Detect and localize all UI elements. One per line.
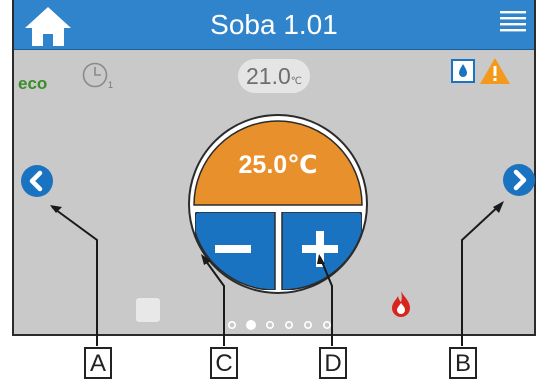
room-temperature-value: 21.0: [246, 63, 291, 89]
increase-temperature-button[interactable]: [280, 212, 362, 290]
page-dot[interactable]: [304, 320, 313, 330]
callout-label-c: C: [210, 347, 238, 379]
decrease-temperature-button[interactable]: [195, 212, 277, 290]
flame-icon: [392, 291, 410, 317]
callout-label-b: B: [449, 347, 477, 379]
room-temperature-unit: ℃: [290, 76, 302, 87]
setpoint-temperature: 25.0℃: [238, 151, 318, 179]
page-title: Soba 1.01: [210, 9, 338, 40]
page-dot[interactable]: [245, 320, 256, 330]
status-indicator-square: [136, 298, 160, 322]
eco-mode-indicator: eco: [18, 74, 48, 93]
callout-label-a: A: [84, 347, 112, 379]
page-dot[interactable]: [227, 320, 237, 330]
minus-icon: [215, 245, 251, 253]
header-bar: Soba 1.01: [14, 0, 534, 50]
clock-icon: [82, 62, 108, 88]
previous-page-button[interactable]: [20, 164, 54, 198]
page-dot[interactable]: [265, 320, 274, 330]
page-indicator: [227, 320, 332, 330]
program-number: 1: [108, 80, 114, 90]
thermostat-screen: Soba 1.01 eco 1 21.0℃ 25.0℃: [12, 0, 536, 336]
water-drop-icon[interactable]: [451, 59, 475, 83]
callout-label-d: D: [319, 347, 347, 379]
menu-icon[interactable]: [500, 10, 526, 34]
page-dot[interactable]: [284, 320, 293, 330]
plus-icon-vertical: [316, 231, 324, 267]
page-dot[interactable]: [323, 320, 332, 330]
warning-icon[interactable]: [479, 56, 511, 86]
room-temperature: 21.0℃: [238, 59, 310, 93]
next-page-button[interactable]: [502, 163, 536, 197]
